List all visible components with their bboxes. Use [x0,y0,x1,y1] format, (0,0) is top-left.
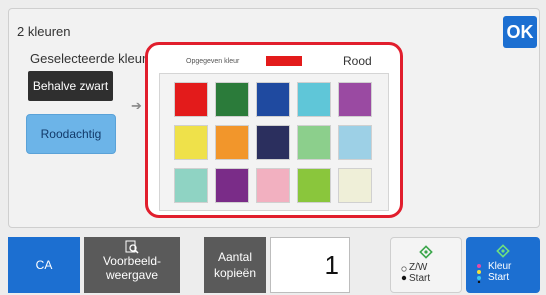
bw-start-button[interactable]: Z/W Start [390,237,462,293]
start-icon [419,245,433,259]
color-swatch[interactable] [297,125,331,160]
copies-label-line1: Aantal [217,250,252,264]
preview-label-line2: weergave [105,268,159,282]
bw-start-label: Start [409,273,431,284]
selected-color-label: Geselecteerde kleur [30,51,147,66]
color-grid [159,73,389,211]
clear-all-button[interactable]: CA [8,237,80,293]
color-swatch[interactable] [256,168,290,203]
bw-label: Z/W [409,262,428,273]
color-swatch[interactable] [297,168,331,203]
color-swatch[interactable] [174,82,208,117]
start-icon [496,244,510,258]
color-swatch[interactable] [174,168,208,203]
bw-dots-icon [401,266,407,281]
color-swatch[interactable] [256,125,290,160]
color-swatch[interactable] [174,125,208,160]
bottom-bar: CA Voorbeeld- weergave Aantal kopieën 1 … [0,235,546,295]
color-swatch[interactable] [338,82,372,117]
color-swatch[interactable] [215,125,249,160]
color-name: Rood [343,54,372,68]
color-chooser: Opgegeven kleur Rood [145,42,403,218]
color-swatch[interactable] [256,82,290,117]
preview-label-line1: Voorbeeld- [102,254,162,268]
copy-count-field[interactable]: 1 [270,237,350,293]
ok-button[interactable]: OK [503,16,537,48]
color-start-label: Start [488,272,510,283]
color-swatch[interactable] [297,82,331,117]
color-swatch[interactable] [338,125,372,160]
color-start-button[interactable]: Kleur Start [466,237,540,293]
except-black-button[interactable]: Behalve zwart [28,71,113,101]
color-swatch[interactable] [215,82,249,117]
reddish-button[interactable]: Roodachtig [26,114,116,154]
color-dots-icon [477,264,481,283]
color-label: Kleur [488,261,512,272]
arrow-right-icon: ➔ [131,98,142,113]
screen-title: 2 kleuren [17,24,71,39]
color-swatch[interactable] [338,168,372,203]
color-swatch[interactable] [215,168,249,203]
copies-label-line2: kopieën [213,266,257,280]
chooser-header: Opgegeven kleur Rood [158,49,388,71]
copies-label: Aantal kopieën [204,237,266,293]
preview-icon [125,240,139,254]
specified-color-swatch [266,56,302,66]
preview-button[interactable]: Voorbeeld- weergave [84,237,180,293]
specified-color-label: Opgegeven kleur [186,58,240,65]
